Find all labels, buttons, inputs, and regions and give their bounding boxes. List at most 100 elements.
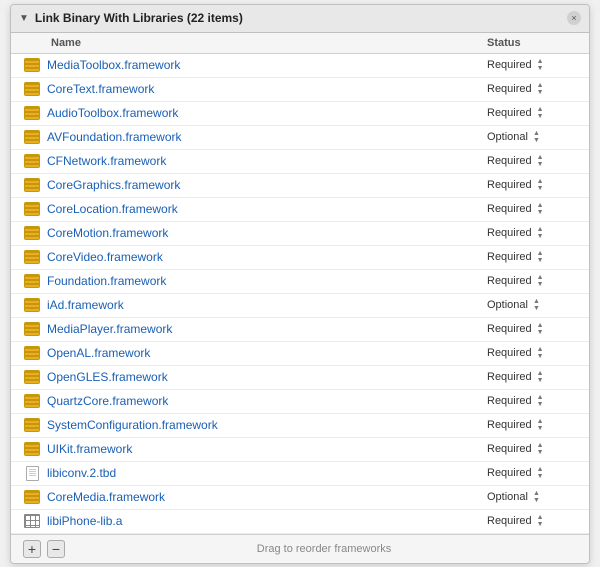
status-stepper[interactable]: ▲ ▼ (537, 466, 544, 480)
item-left: CoreText.framework (23, 81, 154, 97)
stepper-down-icon[interactable]: ▼ (537, 185, 544, 192)
table-row[interactable]: iAd.framework Optional ▲ ▼ (11, 294, 589, 318)
table-row[interactable]: OpenAL.framework Required ▲ ▼ (11, 342, 589, 366)
stepper-down-icon[interactable]: ▼ (537, 89, 544, 96)
table-row[interactable]: SystemConfiguration.framework Required ▲… (11, 414, 589, 438)
stepper-down-icon[interactable]: ▼ (537, 353, 544, 360)
add-button[interactable]: + (23, 540, 41, 558)
stepper-up-icon[interactable]: ▲ (537, 322, 544, 329)
table-row[interactable]: MediaPlayer.framework Required ▲ ▼ (11, 318, 589, 342)
panel-header: ▼ Link Binary With Libraries (22 items) … (11, 5, 589, 33)
item-status: Required ▲ ▼ (487, 178, 577, 192)
status-stepper[interactable]: ▲ ▼ (537, 202, 544, 216)
stepper-down-icon[interactable]: ▼ (537, 425, 544, 432)
status-text: Optional (487, 299, 528, 311)
table-row[interactable]: MediaToolbox.framework Required ▲ ▼ (11, 54, 589, 78)
status-text: Required (487, 155, 532, 167)
status-text: Required (487, 395, 532, 407)
stepper-up-icon[interactable]: ▲ (537, 370, 544, 377)
status-stepper[interactable]: ▲ ▼ (537, 442, 544, 456)
table-row[interactable]: AVFoundation.framework Optional ▲ ▼ (11, 126, 589, 150)
table-row[interactable]: CFNetwork.framework Required ▲ ▼ (11, 150, 589, 174)
stepper-down-icon[interactable]: ▼ (537, 113, 544, 120)
stepper-down-icon[interactable]: ▼ (537, 521, 544, 528)
stepper-down-icon[interactable]: ▼ (533, 137, 540, 144)
table-row[interactable]: UIKit.framework Required ▲ ▼ (11, 438, 589, 462)
remove-button[interactable]: − (47, 540, 65, 558)
framework-icon (24, 178, 40, 192)
table-row[interactable]: OpenGLES.framework Required ▲ ▼ (11, 366, 589, 390)
table-row[interactable]: CoreVideo.framework Required ▲ ▼ (11, 246, 589, 270)
item-status: Required ▲ ▼ (487, 226, 577, 240)
table-row[interactable]: CoreLocation.framework Required ▲ ▼ (11, 198, 589, 222)
stepper-up-icon[interactable]: ▲ (537, 202, 544, 209)
stepper-up-icon[interactable]: ▲ (537, 226, 544, 233)
stepper-down-icon[interactable]: ▼ (537, 401, 544, 408)
stepper-up-icon[interactable]: ▲ (537, 514, 544, 521)
table-row[interactable]: CoreText.framework Required ▲ ▼ (11, 78, 589, 102)
stepper-up-icon[interactable]: ▲ (537, 154, 544, 161)
table-row[interactable]: QuartzCore.framework Required ▲ ▼ (11, 390, 589, 414)
status-stepper[interactable]: ▲ ▼ (537, 346, 544, 360)
framework-icon (24, 226, 40, 240)
status-stepper[interactable]: ▲ ▼ (537, 178, 544, 192)
table-row[interactable]: AudioToolbox.framework Required ▲ ▼ (11, 102, 589, 126)
table-row[interactable]: CoreMedia.framework Optional ▲ ▼ (11, 486, 589, 510)
table-row[interactable]: Foundation.framework Required ▲ ▼ (11, 270, 589, 294)
stepper-down-icon[interactable]: ▼ (537, 329, 544, 336)
status-stepper[interactable]: ▲ ▼ (537, 226, 544, 240)
stepper-down-icon[interactable]: ▼ (537, 161, 544, 168)
stepper-up-icon[interactable]: ▲ (537, 250, 544, 257)
status-stepper[interactable]: ▲ ▼ (537, 250, 544, 264)
status-stepper[interactable]: ▲ ▼ (533, 490, 540, 504)
table-row[interactable]: CoreMotion.framework Required ▲ ▼ (11, 222, 589, 246)
status-stepper[interactable]: ▲ ▼ (537, 58, 544, 72)
stepper-up-icon[interactable]: ▲ (537, 82, 544, 89)
status-stepper[interactable]: ▲ ▼ (533, 130, 540, 144)
stepper-up-icon[interactable]: ▲ (533, 298, 540, 305)
stepper-down-icon[interactable]: ▼ (537, 449, 544, 456)
stepper-up-icon[interactable]: ▲ (537, 58, 544, 65)
stepper-down-icon[interactable]: ▼ (537, 209, 544, 216)
stepper-up-icon[interactable]: ▲ (537, 418, 544, 425)
stepper-up-icon[interactable]: ▲ (533, 130, 540, 137)
status-text: Required (487, 443, 532, 455)
collapse-chevron[interactable]: ▼ (19, 13, 29, 24)
stepper-down-icon[interactable]: ▼ (537, 233, 544, 240)
status-stepper[interactable]: ▲ ▼ (533, 298, 540, 312)
status-stepper[interactable]: ▲ ▼ (537, 418, 544, 432)
stepper-up-icon[interactable]: ▲ (537, 466, 544, 473)
status-stepper[interactable]: ▲ ▼ (537, 370, 544, 384)
stepper-down-icon[interactable]: ▼ (537, 65, 544, 72)
item-icon-wrapper (23, 513, 41, 529)
table-row[interactable]: CoreGraphics.framework Required ▲ ▼ (11, 174, 589, 198)
stepper-down-icon[interactable]: ▼ (533, 305, 540, 312)
stepper-down-icon[interactable]: ▼ (533, 497, 540, 504)
status-stepper[interactable]: ▲ ▼ (537, 82, 544, 96)
stepper-up-icon[interactable]: ▲ (537, 178, 544, 185)
status-stepper[interactable]: ▲ ▼ (537, 106, 544, 120)
status-stepper[interactable]: ▲ ▼ (537, 274, 544, 288)
status-stepper[interactable]: ▲ ▼ (537, 394, 544, 408)
stepper-down-icon[interactable]: ▼ (537, 281, 544, 288)
stepper-up-icon[interactable]: ▲ (537, 274, 544, 281)
framework-icon (24, 274, 40, 288)
stepper-up-icon[interactable]: ▲ (537, 394, 544, 401)
item-status: Required ▲ ▼ (487, 394, 577, 408)
table-row[interactable]: libiconv.2.tbd Required ▲ ▼ (11, 462, 589, 486)
stepper-up-icon[interactable]: ▲ (537, 442, 544, 449)
stepper-down-icon[interactable]: ▼ (537, 473, 544, 480)
stepper-up-icon[interactable]: ▲ (533, 490, 540, 497)
status-stepper[interactable]: ▲ ▼ (537, 514, 544, 528)
status-stepper[interactable]: ▲ ▼ (537, 154, 544, 168)
close-button[interactable]: × (567, 11, 581, 25)
stepper-up-icon[interactable]: ▲ (537, 106, 544, 113)
item-name: Foundation.framework (47, 274, 166, 288)
table-row[interactable]: libiPhone-lib.a Required ▲ ▼ (11, 510, 589, 534)
status-stepper[interactable]: ▲ ▼ (537, 322, 544, 336)
item-icon-wrapper (23, 489, 41, 505)
item-icon-wrapper (23, 177, 41, 193)
stepper-down-icon[interactable]: ▼ (537, 257, 544, 264)
stepper-down-icon[interactable]: ▼ (537, 377, 544, 384)
stepper-up-icon[interactable]: ▲ (537, 346, 544, 353)
